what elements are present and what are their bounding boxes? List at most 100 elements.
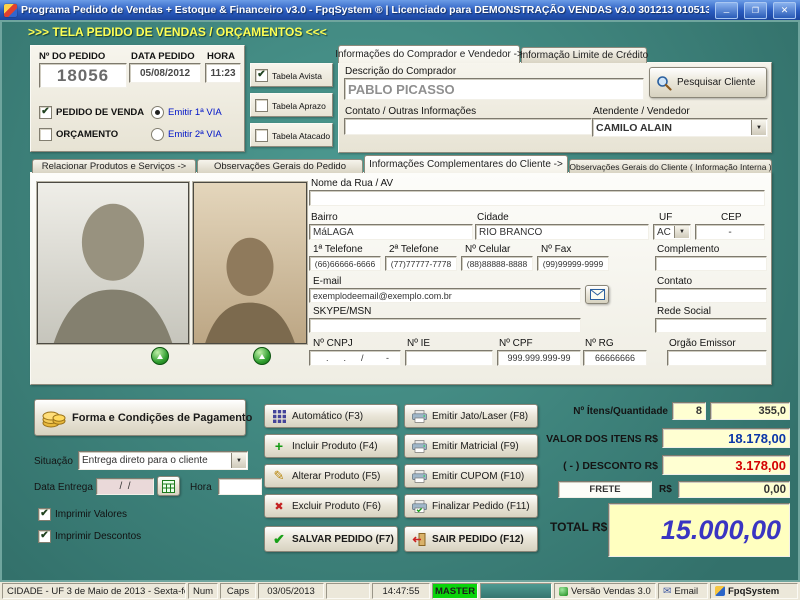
checkbox-imprimir-descontos[interactable]: Imprimir Descontos <box>38 530 141 543</box>
frete-field[interactable]: 0,00 <box>678 481 790 498</box>
tab-observacoes-pedido[interactable]: Observações Gerais do Pedido <box>197 159 363 173</box>
tab-observacoes-cliente[interactable]: Observações Gerais do Cliente ( Informaç… <box>569 159 772 173</box>
emitir-cupom-button[interactable]: Emitir CUPOM (F10) <box>404 464 538 488</box>
plus-icon: + <box>274 438 284 454</box>
radio-emitir-2-via[interactable]: Emitir 2ª VIA <box>151 128 222 141</box>
chevron-down-icon[interactable] <box>674 226 689 238</box>
checkbox-orcamento[interactable]: ORÇAMENTO <box>39 128 118 141</box>
total-label: TOTAL R$ <box>550 520 608 534</box>
bairro-field[interactable]: MáLAGA <box>309 224 473 240</box>
order-header-panel: Nº DO PEDIDO 18056 DATA PEDIDO 05/08/201… <box>30 45 245 152</box>
cidade-field[interactable]: RIO BRANCO <box>475 224 649 240</box>
tab-relacionar-produtos[interactable]: Relacionar Produtos e Serviços -> <box>32 159 196 173</box>
client-photo-1 <box>37 182 189 344</box>
order-date-field[interactable]: 05/08/2012 <box>129 63 201 83</box>
checkbox-box <box>38 530 51 543</box>
checkbox-tabela-atacado[interactable]: Tabela Atacado <box>255 129 330 142</box>
data-entrega-label: Data Entrega <box>34 482 93 493</box>
celular-field[interactable]: (88)88888-8888 <box>461 256 533 271</box>
status-num-lock: Num <box>188 583 218 599</box>
orgao-emissor-field[interactable] <box>667 350 767 366</box>
checkbox-label: Imprimir Valores <box>55 509 128 520</box>
telefone1-field[interactable]: (66)66666-6666 <box>309 256 381 271</box>
cep-label: CEP <box>721 212 742 223</box>
send-email-button[interactable] <box>585 285 609 304</box>
order-number-field[interactable]: 18056 <box>39 63 127 88</box>
status-date: 03/05/2013 <box>258 583 324 599</box>
app-icon <box>4 3 17 17</box>
situacao-value: Entrega direto para o cliente <box>82 455 208 466</box>
situacao-combo[interactable]: Entrega direto para o cliente <box>78 451 248 470</box>
salvar-pedido-button[interactable]: ✔ SALVAR PEDIDO (F7) <box>264 526 398 552</box>
contato-outras-field[interactable] <box>344 118 592 135</box>
hora-entrega-field[interactable] <box>218 478 262 495</box>
checkbox-pedido-de-venda[interactable]: PEDIDO DE VENDA <box>39 106 144 119</box>
email-field[interactable]: exemplodeemail@exemplo.com.br <box>309 288 581 303</box>
complemento-field[interactable] <box>655 256 767 271</box>
minimize-icon[interactable] <box>715 1 738 19</box>
finalizar-pedido-button[interactable]: Finalizar Pedido (F11) <box>404 494 538 518</box>
rede-social-label: Rede Social <box>657 306 711 317</box>
ie-field[interactable] <box>405 350 493 366</box>
printer-icon <box>411 439 427 453</box>
printer-icon <box>411 409 427 423</box>
status-caps-lock: Caps <box>220 583 256 599</box>
cidade-label: Cidade <box>477 212 509 223</box>
cep-field[interactable]: - <box>695 224 765 240</box>
emitir-jato-laser-button[interactable]: Emitir Jato/Laser (F8) <box>404 404 538 428</box>
check-icon: ✔ <box>273 530 285 547</box>
contato-outras-label: Contato / Outras Informações <box>345 106 477 117</box>
excluir-produto-button[interactable]: ✖ Excluir Produto (F6) <box>264 494 398 518</box>
telefone1-label: 1ª Telefone <box>313 244 363 255</box>
emitir-matricial-button[interactable]: Emitir Matricial (F9) <box>404 434 538 458</box>
skype-field[interactable] <box>309 318 581 333</box>
chevron-down-icon[interactable] <box>751 120 766 135</box>
incluir-produto-button[interactable]: + Incluir Produto (F4) <box>264 434 398 458</box>
forma-pagamento-label: Forma e Condições de Pagamento <box>72 411 253 424</box>
cnpj-field[interactable]: . . / - <box>309 350 401 366</box>
load-photo-1-button[interactable] <box>151 347 169 365</box>
alterar-produto-button[interactable]: ✎ Alterar Produto (F5) <box>264 464 398 488</box>
tab-limite-credito[interactable]: Informação Limite de Crédito <box>520 47 648 63</box>
status-email: ✉ Email <box>658 583 708 599</box>
moeda-label: R$ <box>659 484 672 495</box>
sair-pedido-button[interactable]: SAIR PEDIDO (F12) <box>404 526 538 552</box>
hora-entrega-label: Hora <box>190 482 212 493</box>
calendar-icon <box>161 479 177 493</box>
maximize-icon[interactable] <box>744 1 767 19</box>
rg-label: Nº RG <box>585 338 614 349</box>
checkbox-label: Imprimir Descontos <box>55 531 142 542</box>
frete-label-box: FRETE <box>558 481 652 498</box>
descricao-comprador-field[interactable]: PABLO PICASSO <box>344 78 644 100</box>
pesquisar-cliente-button[interactable]: Pesquisar Cliente <box>649 67 767 98</box>
forma-pagamento-button[interactable]: Forma e Condições de Pagamento <box>34 399 252 436</box>
titlebar[interactable]: Programa Pedido de Vendas + Estoque & Fi… <box>0 0 800 20</box>
automatico-button[interactable]: Automático (F3) <box>264 404 398 428</box>
itens-field: 8 <box>672 402 706 420</box>
checkbox-tabela-aprazo[interactable]: Tabela Aprazo <box>255 99 326 112</box>
checkbox-imprimir-valores[interactable]: Imprimir Valores <box>38 508 127 521</box>
tab-comprador-vendedor[interactable]: Informações do Comprador e Vendedor -> <box>335 45 523 63</box>
checkbox-tabela-avista[interactable]: Tabela Avista <box>255 69 322 82</box>
radio-emitir-1-via[interactable]: Emitir 1ª VIA <box>151 106 222 119</box>
calendar-button[interactable] <box>157 476 180 496</box>
tabela-atacado-panel: Tabela Atacado <box>250 123 333 147</box>
load-photo-2-button[interactable] <box>253 347 271 365</box>
checkbox-box <box>39 106 52 119</box>
tab-informacoes-cliente[interactable]: Informações Complementares do Cliente -> <box>364 155 568 173</box>
rede-social-field[interactable] <box>655 318 767 333</box>
chevron-down-icon[interactable] <box>231 453 246 468</box>
uf-combo[interactable]: AC <box>653 224 691 240</box>
fax-field[interactable]: (99)99999-9999 <box>537 256 609 271</box>
order-time-field[interactable]: 11:23 <box>205 63 241 83</box>
close-icon[interactable] <box>773 1 796 19</box>
rua-field[interactable] <box>309 190 765 206</box>
data-entrega-field[interactable]: / / <box>96 478 154 495</box>
atendente-combo[interactable]: CAMILO ALAIN <box>592 118 768 137</box>
checkbox-box <box>39 128 52 141</box>
rg-field[interactable]: 66666666 <box>583 350 647 366</box>
contato-field[interactable] <box>655 288 767 303</box>
cpf-field[interactable]: 999.999.999-99 <box>497 350 581 366</box>
telefone2-field[interactable]: (77)77777-7778 <box>385 256 457 271</box>
email-label: Email <box>674 585 699 597</box>
